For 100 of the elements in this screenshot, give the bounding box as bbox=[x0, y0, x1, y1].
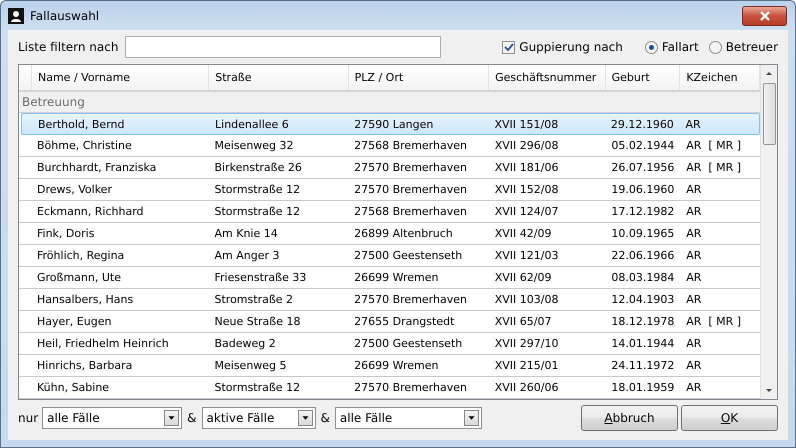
table-cell-text: XVII 152/08 bbox=[494, 182, 560, 198]
selected-row[interactable]: Berthold, Bernd Lindenallee 6 27590 Langen XVII 151/08 29.12.1960 AR bbox=[21, 113, 760, 135]
table-cell-text: AR bbox=[684, 116, 702, 132]
person-icon bbox=[8, 8, 24, 24]
table-cell-text: Am Anger 3 bbox=[214, 248, 281, 264]
table-cell-text: 26.07.1956 bbox=[610, 160, 676, 176]
table-cell-text: Hansalbers, Hans bbox=[36, 292, 134, 308]
table-cell-text: Meisenweg 32 bbox=[214, 138, 295, 154]
table-cell-text: 14.01.1944 bbox=[610, 336, 676, 352]
table-cell-text: Stormstraße 12 bbox=[214, 182, 302, 198]
table-cell-text: AR [ MR ] bbox=[685, 314, 742, 330]
table-cell-text: Neue Straße 18 bbox=[214, 314, 302, 330]
table-cell-text: 27570 Bremerhaven bbox=[353, 292, 468, 308]
close-icon bbox=[758, 10, 770, 20]
table-cell-text: AR bbox=[685, 270, 702, 286]
table-cell-text: 26699 Wremen bbox=[353, 358, 440, 374]
radio-button[interactable] bbox=[644, 40, 658, 54]
radio-button[interactable] bbox=[708, 40, 722, 54]
table-cell-text: AR [ MR ] bbox=[685, 160, 742, 176]
table-cell-text: Am Knie 14 bbox=[214, 226, 279, 242]
table-cell-text: Stormstraße 12 bbox=[214, 380, 302, 396]
table-cell-text: 27568 Bremerhaven bbox=[353, 138, 468, 154]
table-cell-text: 27500 Geestenseth bbox=[353, 248, 464, 264]
table-cell-text: Burchhardt, Franziska bbox=[36, 160, 158, 176]
close-button[interactable] bbox=[742, 6, 787, 26]
table-cell-text: XVII 65/07 bbox=[494, 314, 552, 330]
table-cell-text: 27655 Drangstedt bbox=[353, 314, 456, 330]
table-cell-text: XVII 296/08 bbox=[494, 138, 560, 154]
table-cell-text: Fröhlich, Regina bbox=[36, 248, 126, 264]
table-cell-text: Stromstraße 2 bbox=[214, 292, 294, 308]
window-title: Fallauswahl bbox=[30, 8, 100, 22]
radio-label: Betreuer bbox=[726, 40, 778, 54]
table-cell-text: XVII 260/06 bbox=[494, 380, 560, 396]
table-cell-text: 29.12.1960 bbox=[610, 116, 675, 132]
column-header[interactable]: Straße bbox=[209, 65, 349, 90]
table-cell-text: AR bbox=[685, 182, 702, 198]
group-header: Betreuung bbox=[19, 92, 760, 113]
table-cell-text: XVII 103/08 bbox=[494, 292, 560, 308]
ok-button[interactable]: OK bbox=[681, 405, 778, 431]
table-cell-text: 26899 Altenbruch bbox=[353, 226, 454, 242]
table-cell-text: Hinrichs, Barbara bbox=[36, 358, 134, 374]
footer-label: nur bbox=[18, 411, 38, 425]
table-cell-text: 26699 Wremen bbox=[353, 270, 440, 286]
table-cell-text: 19.06.1960 bbox=[610, 182, 676, 198]
table-cell-text: XVII 62/09 bbox=[494, 270, 552, 286]
table-cell-text: 10.09.1965 bbox=[610, 226, 676, 242]
table-cell-text: Eckmann, Richhard bbox=[36, 204, 145, 220]
grouping-checkbox[interactable] bbox=[502, 40, 516, 54]
table-cell-text: Berthold, Bernd bbox=[37, 116, 126, 132]
table-cell-text: AR bbox=[685, 204, 702, 220]
table-cell-text: XVII 181/06 bbox=[494, 160, 560, 176]
table-cell-text: 05.02.1944 bbox=[610, 138, 676, 154]
table-cell-text: 18.01.1959 bbox=[610, 380, 676, 396]
table-cell-text: Hayer, Eugen bbox=[36, 314, 112, 330]
table-cell-text: XVII 124/07 bbox=[494, 204, 560, 220]
column-header[interactable]: Name / Vorname bbox=[32, 65, 210, 90]
dropdown[interactable]: alle Fälle bbox=[334, 407, 482, 429]
radio-label: Fallart bbox=[662, 40, 699, 54]
table-cell-text: 08.03.1984 bbox=[610, 270, 676, 286]
table-cell-text: 27590 Langen bbox=[353, 116, 434, 132]
table-cell-text: XVII 297/10 bbox=[494, 336, 560, 352]
table-cell-text: AR bbox=[685, 358, 702, 374]
table-cell-text: XVII 42/09 bbox=[494, 226, 552, 242]
table-cell-text: Birkenstraße 26 bbox=[214, 160, 303, 176]
dropdown[interactable]: aktive Fälle bbox=[202, 407, 316, 429]
table-cell-text: XVII 215/01 bbox=[494, 358, 560, 374]
table-cell-text: Friesenstraße 33 bbox=[214, 270, 308, 286]
table-cell-text: Badeweg 2 bbox=[214, 336, 277, 352]
filter-label: Liste filtern nach bbox=[18, 40, 120, 54]
table-cell-text: Kühn, Sabine bbox=[36, 380, 110, 396]
table-cell-text: AR bbox=[685, 292, 702, 308]
table-cell-text: AR bbox=[685, 380, 702, 396]
column-header[interactable]: Geburt bbox=[606, 65, 680, 90]
table-cell-text: Heil, Friedhelm Heinrich bbox=[36, 336, 170, 352]
caret-icon bbox=[298, 410, 313, 426]
grouping-label: Guppierung nach bbox=[519, 40, 623, 54]
table-cell-text: AR bbox=[685, 226, 702, 242]
filter-field[interactable] bbox=[125, 36, 441, 58]
cancel-button[interactable]: Abbruch bbox=[581, 405, 678, 431]
table-cell-text: 27570 Bremerhaven bbox=[353, 380, 468, 396]
dropdown[interactable]: alle Fälle bbox=[42, 407, 182, 429]
table-cell-text: AR bbox=[685, 336, 702, 352]
table-cell-text: 18.12.1978 bbox=[610, 314, 676, 330]
table-cell-text: 17.12.1982 bbox=[610, 204, 676, 220]
table-cell-text: Meisenweg 5 bbox=[214, 358, 288, 374]
table-cell-text: 27570 Bremerhaven bbox=[353, 182, 468, 198]
scrollbar-thumb[interactable] bbox=[762, 83, 776, 145]
ampersand-label: & bbox=[320, 411, 330, 425]
table-cell-text: Lindenallee 6 bbox=[214, 116, 290, 132]
table-cell-text: Böhme, Christine bbox=[36, 138, 133, 154]
table-cell-text: 22.06.1966 bbox=[610, 248, 676, 264]
caret-icon bbox=[164, 410, 180, 426]
table-cell-text: Fink, Doris bbox=[36, 226, 96, 242]
column-header[interactable]: PLZ / Ort bbox=[348, 65, 490, 90]
table-cell-text: 27568 Bremerhaven bbox=[353, 204, 468, 220]
column-header[interactable]: Geschäftsnummer bbox=[489, 65, 606, 90]
table-cell-text: AR [ MR ] bbox=[685, 138, 742, 154]
table-cell-text: 27500 Geestenseth bbox=[353, 336, 464, 352]
table-cell-text: Stormstraße 12 bbox=[214, 204, 302, 220]
table-cell-text: Großmann, Ute bbox=[36, 270, 122, 286]
